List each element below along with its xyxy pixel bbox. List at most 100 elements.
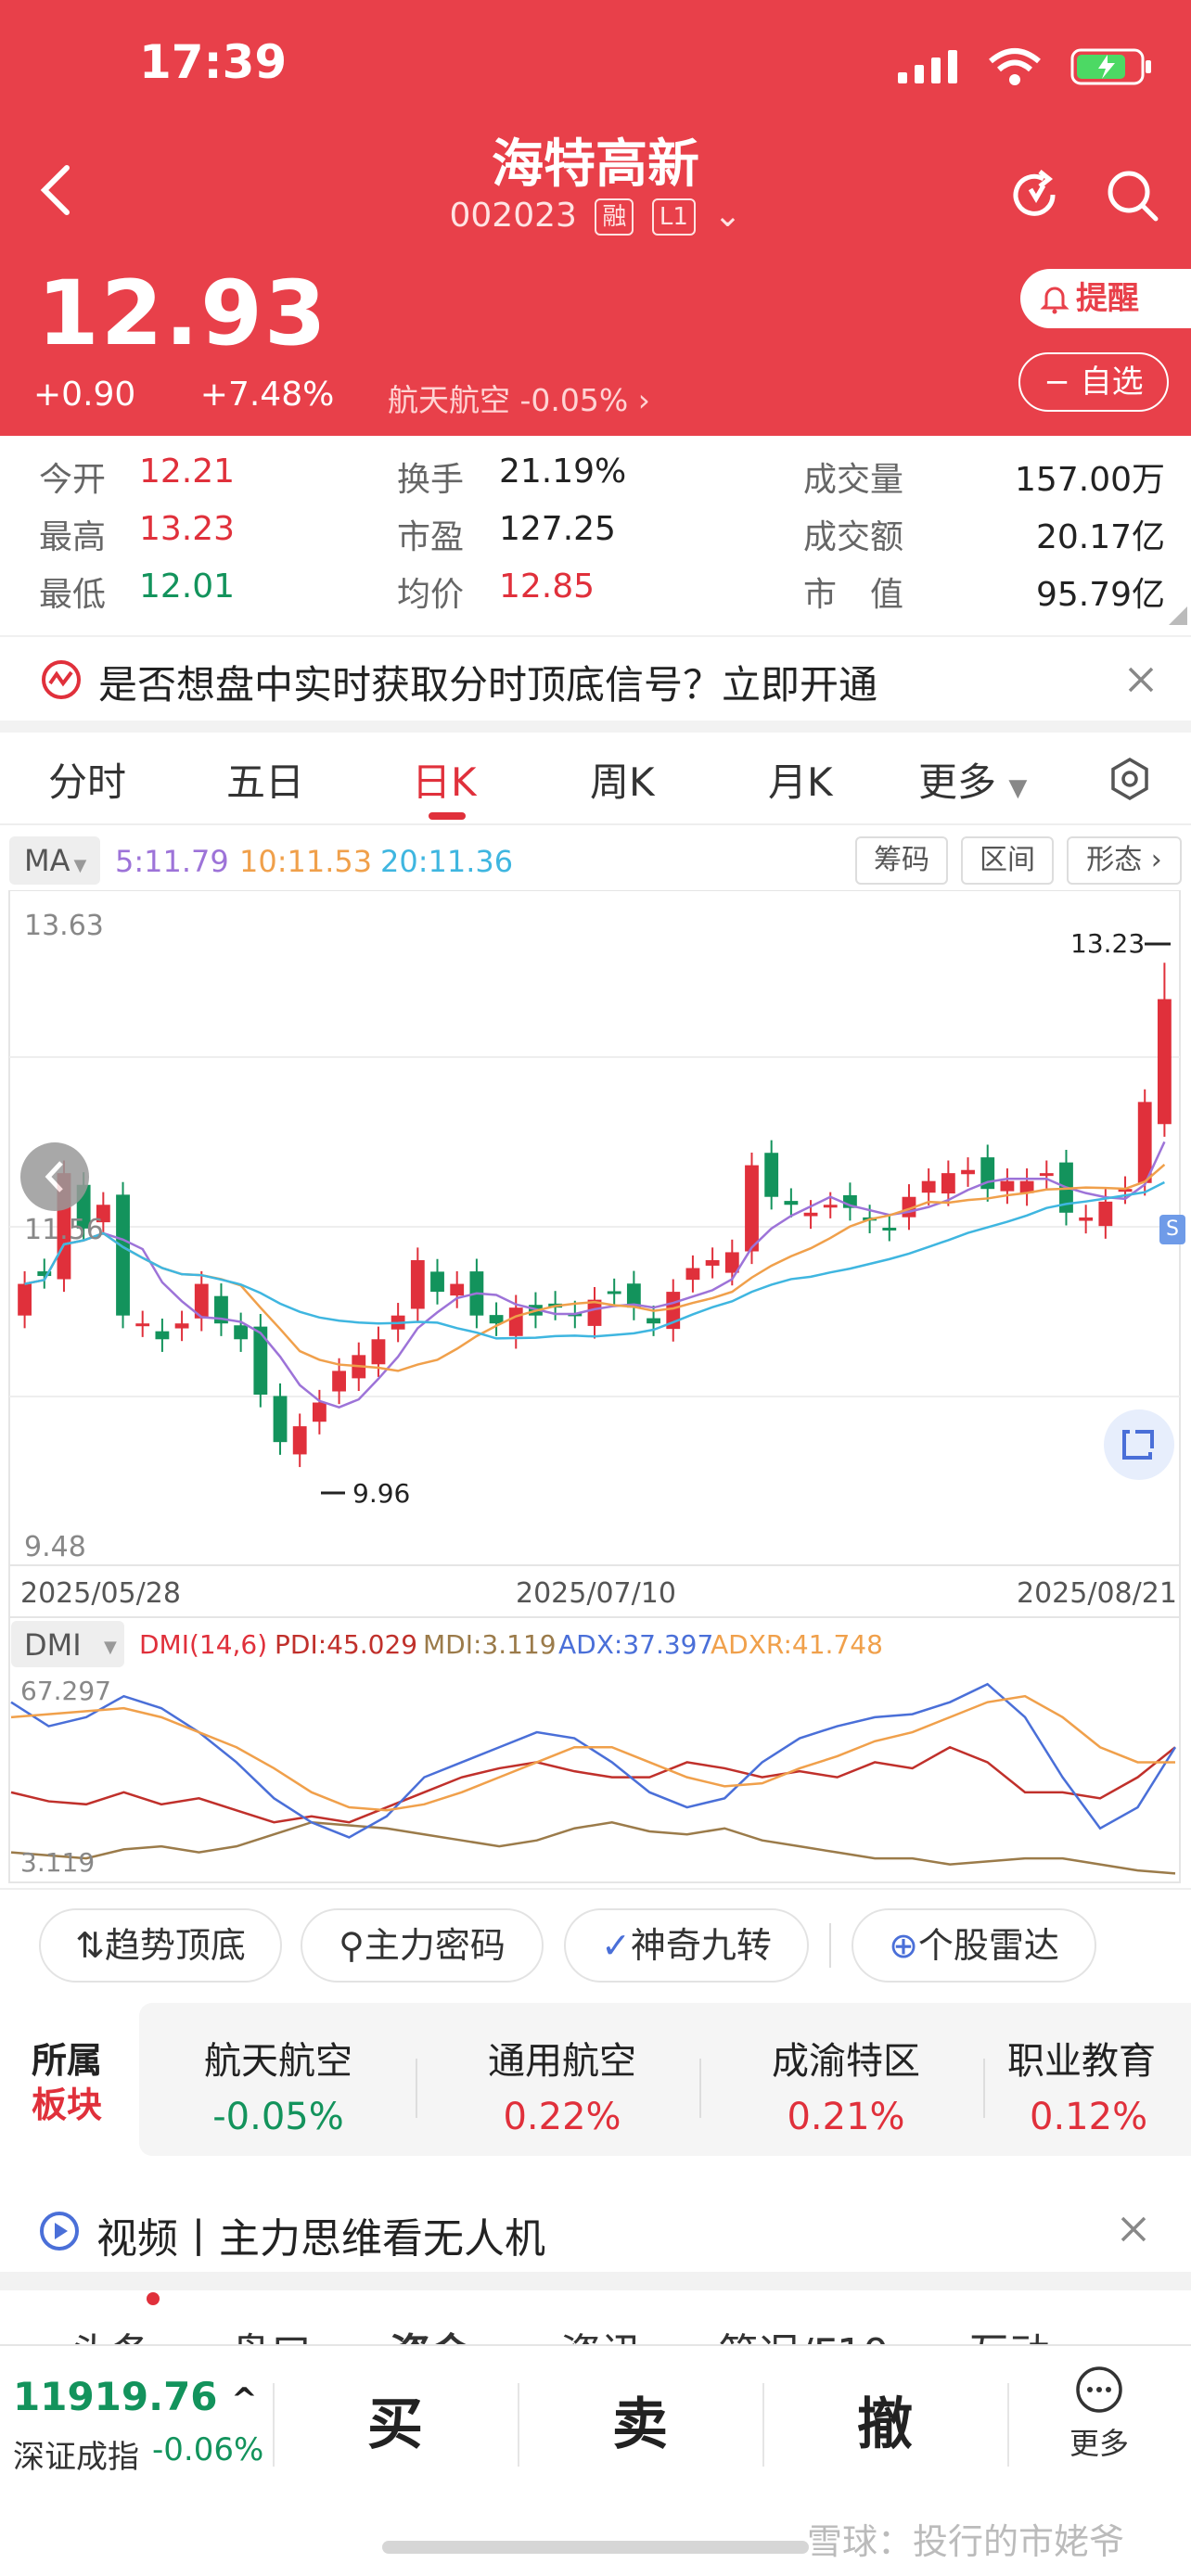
tab-news[interactable]: 资讯 [560, 2320, 642, 2346]
dmi-selector[interactable]: DMI [24, 1627, 82, 1663]
candle-body [941, 1173, 955, 1194]
tab-monthly-k[interactable]: 月K [768, 751, 833, 808]
status-time: 17:39 [139, 35, 288, 89]
low-marker-label: 9.96 [352, 1478, 410, 1509]
trend-top-bottom-button[interactable]: ⇅趋势顶底 [39, 1908, 282, 1983]
key-icon: ⚲ [339, 1925, 365, 1966]
caret-down-icon: ▼ [104, 1638, 117, 1657]
watermark: 雪球：投行的市姥爷 [807, 2521, 1125, 2562]
stat-value: 12.85 [499, 567, 596, 606]
stat-label: 市盈 [397, 518, 465, 556]
sector-item[interactable]: 成渝特区 0.21% [707, 2031, 985, 2138]
tab-weekly-k[interactable]: 周K [590, 751, 655, 808]
divider [762, 2383, 764, 2467]
sectors-title: 所属 板块 [32, 2038, 102, 2127]
chevron-left-icon [45, 1161, 63, 1192]
sector-name: 通用航空 [488, 2040, 636, 2083]
candle-body [430, 1271, 444, 1293]
buy-button[interactable]: 买 [367, 2379, 423, 2460]
stat-value: 21.19% [499, 453, 627, 491]
refresh-share-icon[interactable] [1006, 167, 1062, 223]
signal-promo-banner[interactable]: 是否想盘中实时获取分时顶底信号？立即开通 [0, 635, 1191, 721]
fullscreen-button[interactable] [1104, 1409, 1174, 1480]
divider [416, 2059, 417, 2118]
sector-item[interactable]: 职业教育 0.12% [991, 2031, 1191, 2138]
main-force-button[interactable]: ⚲主力密码 [301, 1908, 544, 1983]
kline-svg: 13.63 11.56 9.48 13.23 9.96 2025/05/28 2… [8, 666, 1181, 1883]
candle-body [273, 1396, 288, 1443]
candle-body [921, 1180, 936, 1193]
index-ticker[interactable]: 11919.76 ^ [13, 2374, 258, 2419]
tab-f10[interactable]: 简况/F10 [718, 2320, 889, 2346]
candle-body [1098, 1201, 1113, 1227]
range-button[interactable]: 区间 [961, 836, 1054, 885]
kline-chart-area[interactable]: 13.63 11.56 9.48 13.23 9.96 2025/05/28 2… [0, 666, 1191, 1887]
candle-body [745, 1165, 759, 1252]
chips-button[interactable]: 筹码 [855, 836, 948, 885]
dmi-mdi: MDI:3.119 [423, 1629, 557, 1660]
sector-change: 0.21% [787, 2096, 905, 2138]
index-name: 深证成指 [13, 2439, 139, 2476]
stat-open: 今开 12.21 [39, 453, 235, 501]
dmi-y-top: 67.297 [20, 1676, 111, 1706]
ma-selector[interactable]: MA ▼ [9, 836, 100, 885]
sector-link[interactable]: 航天航空 -0.05% › [388, 376, 650, 420]
favorite-label: 自选 [1080, 363, 1144, 401]
y-axis-top-label: 13.63 [24, 910, 104, 942]
remind-label: 提醒 [1076, 280, 1139, 317]
tab-order-book[interactable]: 盘口 [230, 2320, 312, 2346]
stock-radar-button[interactable]: ⊕个股雷达 [852, 1908, 1096, 1983]
unread-dot [147, 2292, 160, 2305]
cancel-order-button[interactable]: 撤 [857, 2379, 913, 2460]
stat-pe: 市盈 127.25 [397, 510, 616, 558]
tab-interaction[interactable]: 互动 [968, 2320, 1050, 2346]
candle-body [764, 1153, 779, 1197]
tab-capital[interactable]: 资金 [390, 2320, 471, 2346]
sector-item[interactable]: 航天航空 -0.05% [139, 2031, 417, 2138]
search-icon[interactable] [1104, 167, 1159, 223]
chevron-up-icon: ^ [231, 2381, 258, 2418]
tab-five-day[interactable]: 五日 [226, 751, 304, 808]
video-promo[interactable]: 视频丨主力思维看无人机 [0, 2188, 1191, 2272]
settings-icon[interactable] [1108, 757, 1152, 801]
remind-button[interactable]: 提醒 [1020, 269, 1191, 328]
tab-headlines[interactable]: 头条 [70, 2320, 152, 2346]
last-price: 12.93 [37, 261, 328, 365]
tab-daily-k[interactable]: 日K [412, 751, 477, 808]
sell-button[interactable]: 卖 [612, 2379, 668, 2460]
sector-item[interactable]: 通用航空 0.22% [423, 2031, 701, 2138]
candle-body [371, 1339, 386, 1365]
date-label-end: 2025/08/21 [1017, 1577, 1177, 1610]
close-icon[interactable] [1126, 665, 1156, 695]
stat-amount: 成交额 20.17亿 [803, 510, 1165, 558]
divider [518, 2383, 519, 2467]
candle-body [647, 1318, 660, 1324]
tab-more[interactable]: 更多 ▼ [918, 751, 1027, 808]
scroll-left-button[interactable] [20, 1142, 89, 1211]
active-tab-indicator [429, 812, 466, 820]
play-icon [40, 2212, 79, 2251]
divider [273, 2383, 275, 2467]
expand-corner-icon[interactable] [1167, 605, 1189, 627]
add-favorite-button[interactable]: − 自选 [1018, 352, 1169, 412]
stat-value: 95.79亿 [1035, 576, 1165, 614]
stat-market-cap: 市 值 95.79亿 [803, 567, 1165, 616]
pattern-button[interactable]: 形态 › [1067, 836, 1182, 885]
candle-body [607, 1291, 621, 1294]
stat-value: 127.25 [499, 510, 616, 548]
stat-label: 均价 [397, 576, 465, 614]
sector-name: 职业教育 [1007, 2040, 1156, 2083]
more-button[interactable]: 更多 [1067, 2365, 1132, 2463]
ma-line [24, 1163, 1166, 1372]
ma-label: MA [24, 843, 70, 878]
magic-nine-button[interactable]: ✓神奇九转 [564, 1908, 809, 1983]
high-marker-label: 13.23 [1070, 928, 1145, 959]
sector-link-text: 航天航空 -0.05% [388, 382, 629, 418]
candle-body [410, 1259, 425, 1309]
dmi-line [10, 1682, 1177, 1839]
battery-icon [1070, 48, 1151, 85]
close-icon[interactable] [1119, 2214, 1148, 2244]
divider [829, 1923, 831, 1968]
stat-avg: 均价 12.85 [397, 567, 595, 616]
tab-timeshare[interactable]: 分时 [48, 751, 126, 808]
